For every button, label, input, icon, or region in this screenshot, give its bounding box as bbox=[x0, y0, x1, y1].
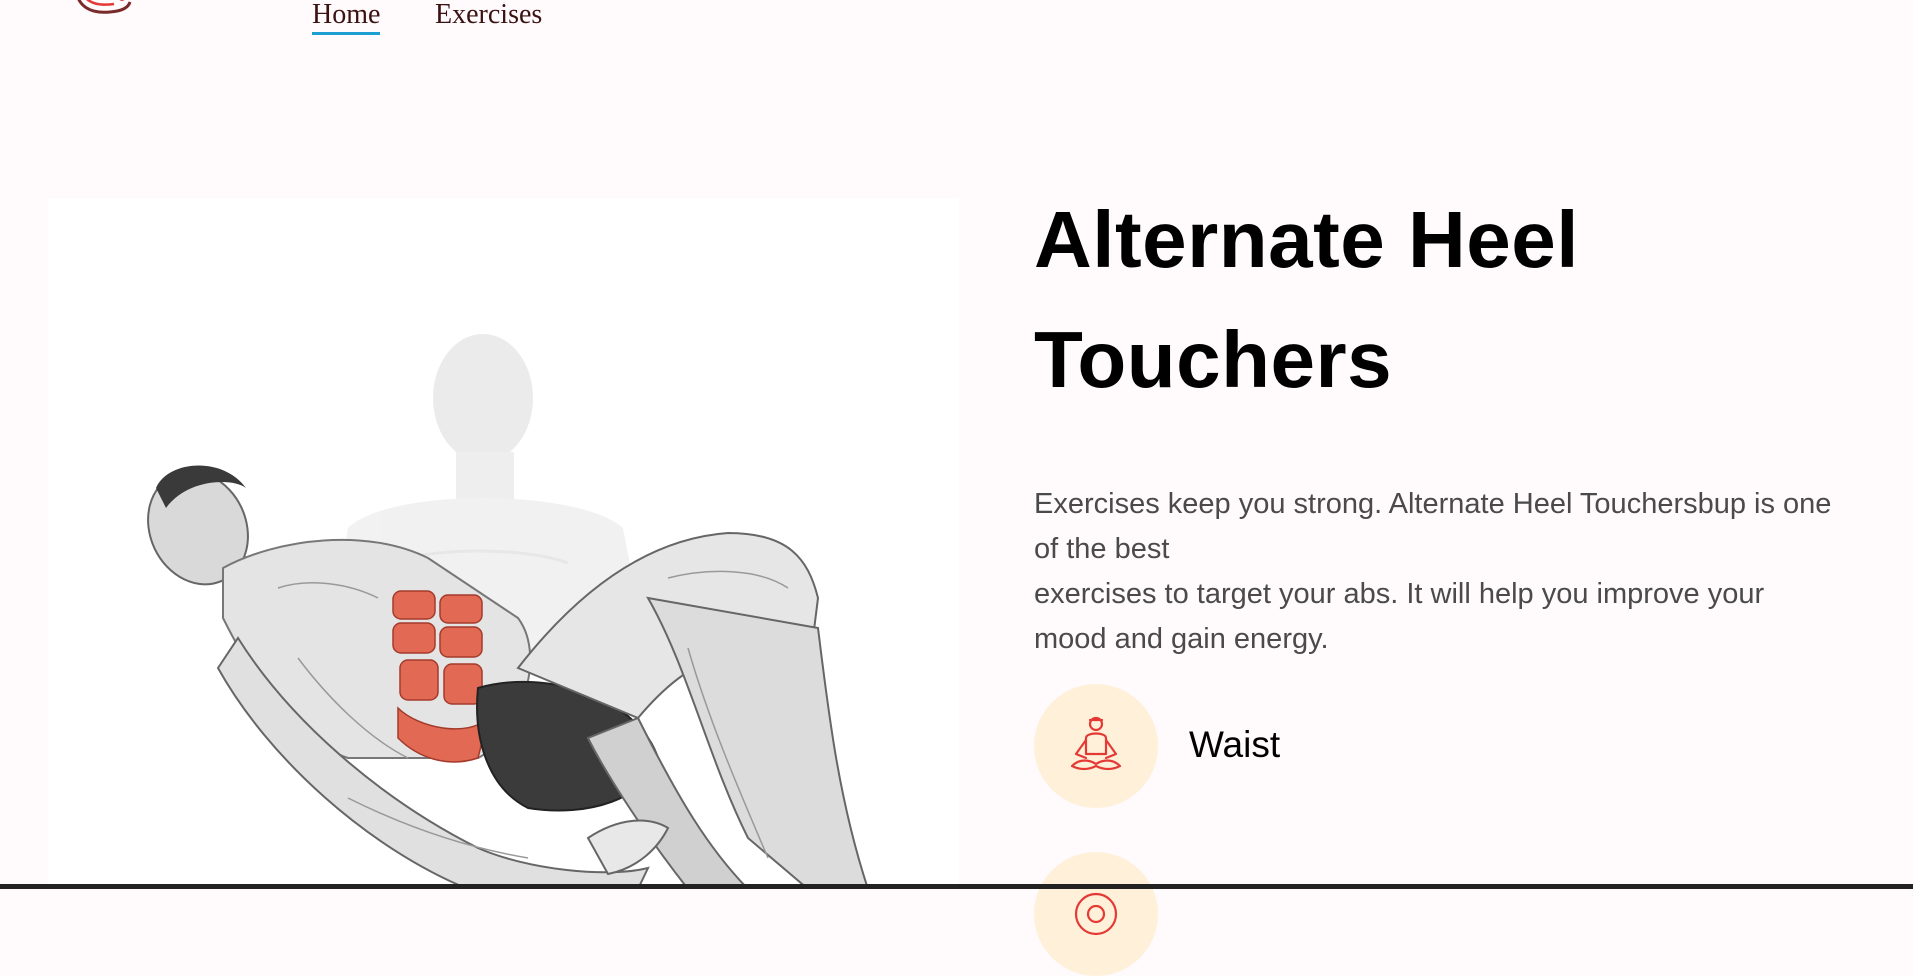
target-badge bbox=[1034, 852, 1158, 976]
exercise-description: Exercises keep you strong. Alternate Hee… bbox=[1034, 482, 1834, 662]
exercise-detail: Alternate Heel Touchers Exercises keep y… bbox=[1034, 180, 1854, 976]
gym-logo-icon[interactable] bbox=[70, 0, 134, 28]
description-line-1: Exercises keep you strong. Alternate Hee… bbox=[1034, 488, 1832, 565]
top-nav: Home Exercises bbox=[0, 0, 1913, 60]
exercise-title: Alternate Heel Touchers bbox=[1034, 180, 1854, 420]
target-icon bbox=[1074, 892, 1118, 936]
meditation-icon bbox=[1070, 716, 1122, 771]
horizontal-scrollbar[interactable] bbox=[0, 884, 1913, 889]
exercise-image bbox=[48, 198, 959, 889]
description-line-2: exercises to target your abs. It will he… bbox=[1034, 578, 1765, 655]
exercise-illustration bbox=[147, 334, 870, 889]
body-part-badge bbox=[1034, 684, 1158, 808]
exercise-title-line-2: Touchers bbox=[1034, 315, 1393, 404]
nav-link-exercises[interactable]: Exercises bbox=[435, 0, 542, 32]
exercise-title-line-1: Alternate Heel bbox=[1034, 195, 1579, 284]
body-part-label: Waist bbox=[1189, 724, 1281, 765]
nav-link-home[interactable]: Home bbox=[312, 0, 381, 35]
